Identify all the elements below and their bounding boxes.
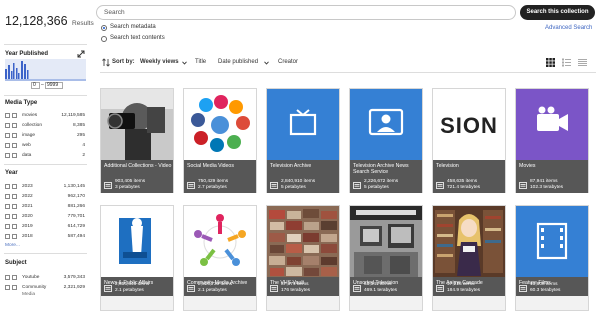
collection-icon	[353, 285, 361, 292]
facet-year-2021[interactable]: 2021 881,266	[5, 203, 85, 211]
tile-info: Television 458,635 items 721.4 terabytes	[433, 160, 505, 193]
facet-media-image[interactable]: image 295	[5, 132, 85, 140]
sort-arrows-icon	[102, 58, 110, 67]
collection-icon	[104, 182, 112, 189]
collection-tile-anime-cascade[interactable]: The Anime Cascade 47,216 items 184.9 tera…	[432, 205, 506, 311]
collection-tile-unsorted-television[interactable]: Unsorted Television 61,341 items 469.1 te…	[349, 205, 423, 311]
list-compact-view-icon[interactable]	[578, 58, 587, 67]
facet-media-movies[interactable]: movies 12,119,585	[5, 112, 85, 120]
divider	[4, 44, 87, 45]
tile-info: Television Archive 2,840,910 items 5 peta…	[267, 160, 339, 193]
tile-info: Feature Films 15,808 items 60.3 terabytes	[516, 277, 588, 296]
year-published-title: Year Published	[5, 51, 49, 57]
tile-info: Social Media Videos 750,429 items 2.7 pet…	[184, 160, 256, 193]
collection-tile-tv-news-search[interactable]: Television Archive News Search Service 2…	[349, 88, 423, 193]
collection-icon	[104, 285, 112, 292]
tile-thumbnail	[350, 206, 422, 277]
tile-info: The VHS Vault 87,374 items 176 terabytes	[267, 277, 339, 296]
collection-tile-television-archive[interactable]: Television Archive 2,840,910 items 5 peta…	[266, 88, 340, 193]
collection-icon	[270, 182, 278, 189]
sort-bar: Sort by: Weekly views Title Date publish…	[100, 56, 596, 69]
range-separator: –	[41, 82, 44, 88]
collection-tile-vhs-vault[interactable]: The VHS Vault 87,374 items 176 terabytes	[266, 205, 340, 311]
collection-tile-movies[interactable]: Movies 87,941 items 102.3 terabytes	[515, 88, 589, 193]
tile-thumbnail	[101, 89, 173, 160]
tile-thumbnail	[267, 206, 339, 277]
facet-media-collection[interactable]: collection 8,385	[5, 122, 85, 130]
subject-title: Subject	[5, 260, 27, 266]
collection-icon	[187, 182, 195, 189]
collection-tile-feature-films[interactable]: Feature Films 15,808 items 60.3 terabytes	[515, 205, 589, 311]
radio-selected-icon[interactable]	[101, 25, 107, 31]
collection-icon	[519, 285, 527, 292]
collection-tile-community-media[interactable]: Community Media Archive 2,520,739 items 2…	[183, 205, 257, 311]
facet-subject-community-sub: Media	[22, 292, 36, 297]
tile-thumbnail	[184, 206, 256, 277]
collection-tile-television[interactable]: SION Television 458,635 items 721.4 terab…	[432, 88, 506, 193]
media-type-title: Media Type	[5, 100, 38, 106]
collection-tile-news-public-affairs[interactable]: News & Public Affairs 2,656,846 items 2.1…	[100, 205, 174, 311]
sort-date-published[interactable]: Date published	[218, 59, 258, 65]
collection-icon	[436, 285, 444, 292]
tile-thumbnail-text: SION	[440, 113, 498, 138]
sort-label: Sort by:	[112, 59, 135, 65]
facet-media-web[interactable]: web 4	[5, 142, 85, 150]
collection-tile-additional-video[interactable]: Additional Collections - Video 903,405 i…	[100, 88, 174, 193]
chevron-down-icon[interactable]	[264, 61, 269, 65]
list-detail-view-icon[interactable]	[562, 58, 571, 67]
tile-info: Television Archive News Search Service 2…	[350, 160, 422, 193]
facet-subject-youtube[interactable]: Youtube 3,579,343	[5, 274, 85, 282]
facet-subject-community[interactable]: Community 2,321,929	[5, 284, 85, 292]
tile-info: News & Public Affairs 2,656,846 items 2.1…	[101, 277, 173, 296]
sidebar: 12,128,366 Results Year Published 0 – 99…	[0, 0, 94, 311]
sort-weekly-views[interactable]: Weekly views	[140, 59, 179, 65]
tile-info: Community Media Archive 2,520,739 items 2…	[184, 277, 256, 296]
results-count: 12,128,366 Results	[5, 14, 94, 28]
facet-year-2018[interactable]: 2018 587,494	[5, 233, 85, 241]
expand-icon[interactable]	[77, 50, 85, 58]
search-collection-button[interactable]: Search this collection	[520, 5, 595, 20]
tile-thumbnail	[516, 89, 588, 160]
tile-thumbnail	[433, 206, 505, 277]
year-from-input[interactable]: 0	[31, 82, 40, 89]
divider	[4, 253, 87, 254]
tile-info: The Anime Cascade 47,216 items 184.9 tera…	[433, 277, 505, 296]
tile-thumbnail	[267, 89, 339, 160]
tile-info: Unsorted Television 61,341 items 469.1 te…	[350, 277, 422, 296]
chevron-down-icon[interactable]	[182, 61, 187, 65]
facet-year-2020[interactable]: 2020 779,701	[5, 213, 85, 221]
tile-info: Movies 87,941 items 102.3 terabytes	[516, 160, 588, 193]
tile-thumbnail	[516, 206, 588, 277]
search-input[interactable]: Search	[96, 5, 516, 20]
advanced-search-link[interactable]: Advanced Search	[545, 25, 592, 31]
tile-view-icon[interactable]	[546, 58, 555, 67]
facet-year-2022[interactable]: 2022 962,170	[5, 193, 85, 201]
collection-tile-social-media[interactable]: Social Media Videos 750,429 items 2.7 pet…	[183, 88, 257, 193]
tile-thumbnail	[350, 89, 422, 160]
tile-thumbnail	[184, 89, 256, 160]
collection-icon	[353, 182, 361, 189]
facet-year-2023[interactable]: 2023 1,130,145	[5, 183, 85, 191]
divider	[100, 72, 596, 73]
year-histogram[interactable]	[5, 59, 86, 79]
year-to-input[interactable]: 9999	[45, 82, 63, 89]
divider	[4, 95, 87, 96]
collection-icon	[187, 285, 195, 292]
collection-icon	[436, 182, 444, 189]
divider	[4, 164, 87, 165]
radio-unselected-icon[interactable]	[101, 36, 107, 42]
collection-icon	[519, 182, 527, 189]
tile-info: Additional Collections - Video 903,405 i…	[101, 160, 173, 193]
tile-thumbnail	[101, 206, 173, 277]
facet-year-2019[interactable]: 2019 614,729	[5, 223, 85, 231]
tile-thumbnail: SION	[433, 89, 505, 160]
year-range-slider[interactable]	[5, 79, 86, 81]
year-more-link[interactable]: More...	[5, 243, 20, 248]
year-title: Year	[5, 170, 18, 176]
sort-creator[interactable]: Creator	[278, 59, 298, 65]
facet-media-data[interactable]: data 2	[5, 152, 85, 160]
collection-icon	[270, 285, 278, 292]
sort-title[interactable]: Title	[195, 59, 206, 65]
